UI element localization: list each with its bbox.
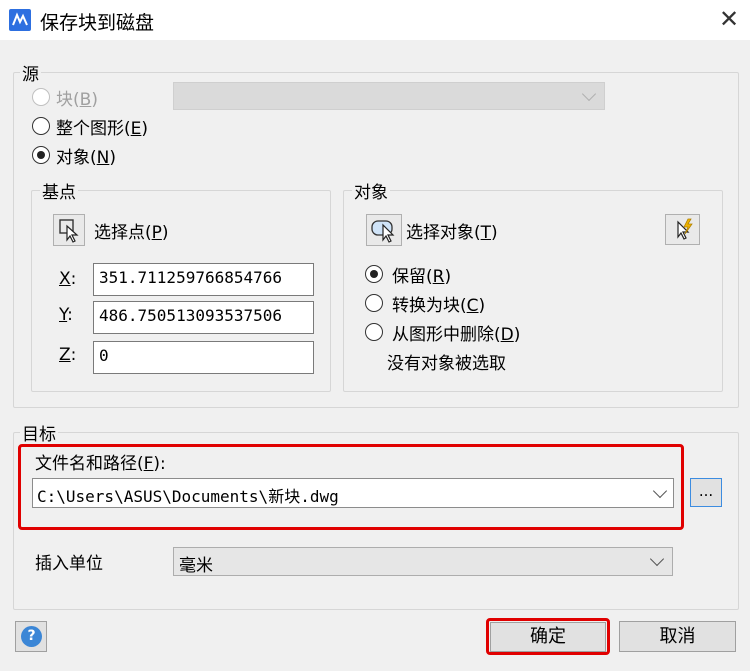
delete-from-drawing-label: 从图形中删除(D) <box>392 325 521 345</box>
convert-to-block-radio[interactable] <box>365 294 383 312</box>
window-title: 保存块到磁盘 <box>40 12 155 34</box>
browse-button[interactable]: ... <box>690 478 722 507</box>
quick-select-button[interactable] <box>665 214 700 245</box>
close-icon[interactable]: ✕ <box>712 2 746 36</box>
source-group-label: 源 <box>20 60 41 85</box>
block-option-label: 块(B) <box>56 90 98 110</box>
block-select[interactable] <box>173 82 605 110</box>
chevron-down-icon <box>581 86 597 102</box>
chevron-down-icon <box>649 551 665 567</box>
cancel-button[interactable]: 取消 <box>619 621 736 652</box>
ok-highlight <box>486 618 610 655</box>
help-icon: ? <box>21 626 42 647</box>
x-label: X: <box>59 269 77 289</box>
retain-radio[interactable] <box>365 265 383 283</box>
z-label: Z: <box>59 345 77 365</box>
convert-to-block-label: 转换为块(C) <box>392 296 486 316</box>
retain-label: 保留(R) <box>392 267 452 287</box>
select-objects-button[interactable] <box>366 214 402 246</box>
x-field[interactable]: 351.711259766854766 <box>93 263 314 296</box>
select-objects-icon <box>371 220 395 243</box>
y-field[interactable]: 486.750513093537506 <box>93 301 314 334</box>
select-objects-label: 选择对象(T) <box>406 223 498 243</box>
insert-units-label: 插入单位 <box>35 554 103 574</box>
delete-from-drawing-radio[interactable] <box>365 323 383 341</box>
quick-select-icon <box>677 218 693 240</box>
pick-point-icon <box>59 219 79 243</box>
insert-units-value: 毫米 <box>179 556 213 576</box>
z-field[interactable]: 0 <box>93 341 314 374</box>
objects-group-label: 对象 <box>352 178 390 203</box>
entire-drawing-label: 整个图形(E) <box>56 119 149 139</box>
pick-point-label: 选择点(P) <box>94 223 169 243</box>
selection-status: 没有对象被选取 <box>387 354 506 374</box>
pick-point-button[interactable] <box>53 214 85 246</box>
target-group-label: 目标 <box>20 420 58 445</box>
y-label: Y: <box>59 305 73 325</box>
insert-units-select[interactable]: 毫米 <box>173 547 673 576</box>
objects-option-label: 对象(N) <box>56 148 116 168</box>
app-icon <box>9 9 31 31</box>
help-button[interactable]: ? <box>15 621 47 652</box>
objects-radio[interactable] <box>32 146 50 164</box>
file-path-highlight <box>18 444 684 530</box>
entire-drawing-radio[interactable] <box>32 117 50 135</box>
block-radio[interactable] <box>32 88 50 106</box>
base-point-group-label: 基点 <box>40 178 78 203</box>
